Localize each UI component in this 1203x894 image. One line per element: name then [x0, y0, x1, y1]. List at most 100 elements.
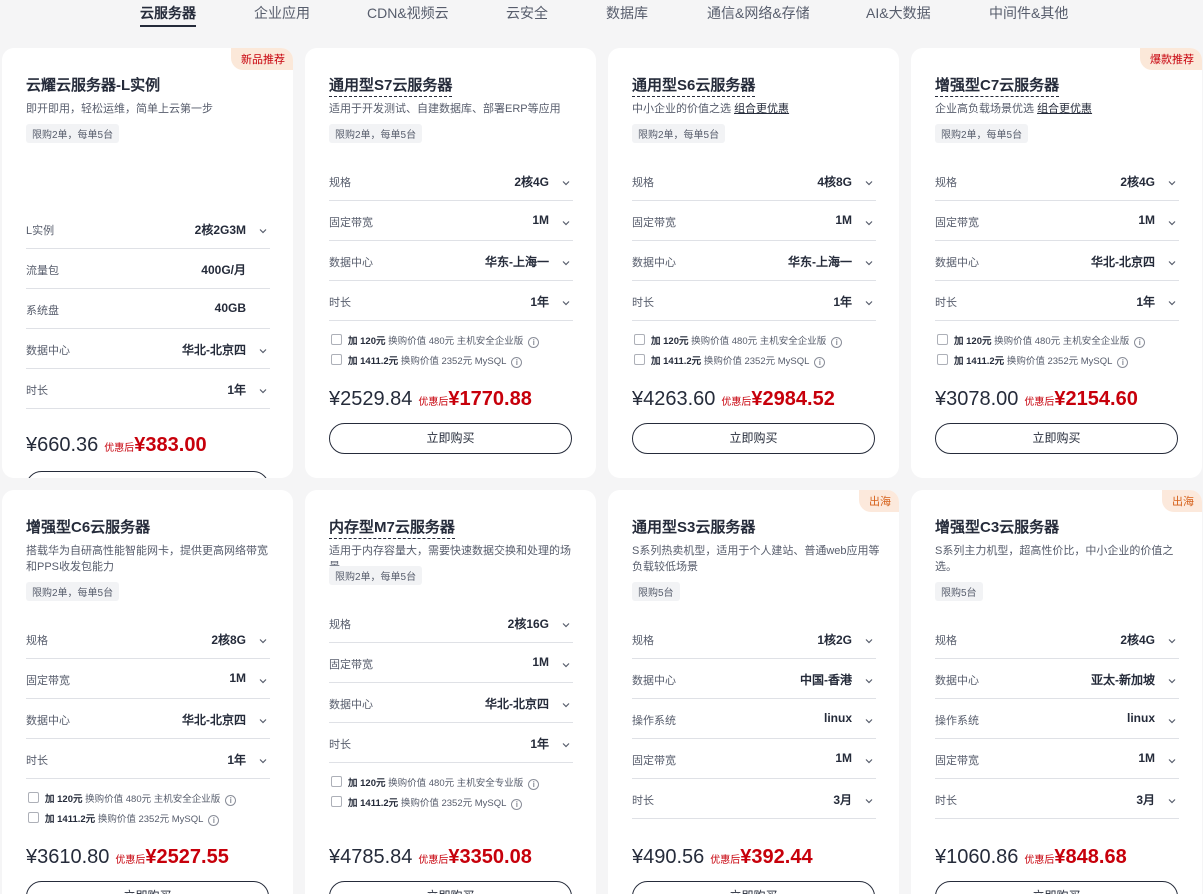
spec-row[interactable]: 固定带宽 1M — [632, 201, 876, 241]
bundle-offer-link[interactable]: 组合更优惠 — [1037, 103, 1092, 115]
info-icon[interactable]: i — [511, 799, 523, 810]
tab-security[interactable]: 云安全 — [506, 3, 548, 23]
tab-middleware[interactable]: 中间件&其他 — [989, 3, 1068, 23]
chevron-down-icon[interactable] — [561, 255, 571, 266]
spec-row[interactable]: 时长 1年 — [935, 281, 1179, 321]
chevron-down-icon[interactable] — [561, 737, 571, 748]
addon-checkbox[interactable] — [331, 796, 342, 807]
info-icon[interactable]: i — [208, 815, 220, 826]
tab-enterprise-apps[interactable]: 企业应用 — [254, 3, 310, 23]
chevron-down-icon[interactable] — [561, 617, 571, 628]
chevron-down-icon[interactable] — [258, 673, 268, 684]
spec-row[interactable]: 时长 3月 — [935, 779, 1179, 819]
spec-row[interactable]: 时长 1年 — [26, 739, 270, 779]
spec-row[interactable]: 规格 1核2G — [632, 619, 876, 659]
spec-row[interactable]: 固定带宽 1M — [935, 201, 1179, 241]
addon-checkbox[interactable] — [937, 354, 948, 365]
product-title[interactable]: 内存型M7云服务器 — [329, 516, 455, 539]
spec-row[interactable]: 固定带宽 1M — [632, 739, 876, 779]
spec-row[interactable]: 数据中心 华北-北京四 — [329, 683, 573, 723]
spec-row[interactable]: 时长 1年 — [329, 281, 573, 321]
chevron-down-icon[interactable] — [258, 753, 268, 764]
info-icon[interactable]: i — [225, 795, 237, 806]
spec-row[interactable]: 数据中心 华东-上海一 — [329, 241, 573, 281]
spec-row[interactable]: 数据中心 中国-香港 — [632, 659, 876, 699]
spec-row[interactable]: 操作系统 linux — [632, 699, 876, 739]
spec-row[interactable]: 规格 2核4G — [935, 161, 1179, 201]
chevron-down-icon[interactable] — [561, 175, 571, 186]
chevron-down-icon[interactable] — [561, 657, 571, 668]
info-icon[interactable]: i — [814, 357, 826, 368]
chevron-down-icon[interactable] — [1167, 215, 1177, 226]
spec-row[interactable]: L实例 2核2G3M — [26, 209, 270, 249]
tab-network-storage[interactable]: 通信&网络&存储 — [707, 3, 810, 23]
chevron-down-icon[interactable] — [1167, 175, 1177, 186]
chevron-down-icon[interactable] — [1167, 255, 1177, 266]
chevron-down-icon[interactable] — [258, 383, 268, 394]
chevron-down-icon[interactable] — [864, 255, 874, 266]
spec-row[interactable]: 固定带宽 1M — [26, 659, 270, 699]
info-icon[interactable]: i — [528, 779, 540, 790]
buy-now-button[interactable]: 立即购买 — [935, 423, 1178, 454]
buy-now-button[interactable]: 立即购买 — [26, 471, 269, 478]
chevron-down-icon[interactable] — [864, 215, 874, 226]
buy-now-button[interactable]: 立即购买 — [632, 423, 875, 454]
spec-row[interactable]: 时长 3月 — [632, 779, 876, 819]
chevron-down-icon[interactable] — [561, 295, 571, 306]
spec-row[interactable]: 固定带宽 1M — [935, 739, 1179, 779]
spec-row[interactable]: 规格 2核8G — [26, 619, 270, 659]
spec-row[interactable]: 时长 1年 — [329, 723, 573, 763]
product-title[interactable]: 通用型S6云服务器 — [632, 74, 756, 97]
chevron-down-icon[interactable] — [258, 223, 268, 234]
spec-row[interactable]: 固定带宽 1M — [329, 643, 573, 683]
buy-now-button[interactable]: 立即购买 — [329, 881, 572, 894]
product-title[interactable]: 通用型S7云服务器 — [329, 74, 453, 97]
spec-row[interactable]: 时长 1年 — [632, 281, 876, 321]
chevron-down-icon[interactable] — [1167, 673, 1177, 684]
addon-checkbox[interactable] — [28, 792, 39, 803]
tab-cloud-server[interactable]: 云服务器 — [140, 3, 196, 27]
spec-row[interactable]: 规格 2核4G — [935, 619, 1179, 659]
buy-now-button[interactable]: 立即购买 — [935, 881, 1178, 894]
spec-row[interactable]: 数据中心 亚太-新加坡 — [935, 659, 1179, 699]
spec-row[interactable]: 操作系统 linux — [935, 699, 1179, 739]
spec-row[interactable]: 规格 2核4G — [329, 161, 573, 201]
chevron-down-icon[interactable] — [1167, 753, 1177, 764]
chevron-down-icon[interactable] — [1167, 633, 1177, 644]
tab-ai-bigdata[interactable]: AI&大数据 — [866, 3, 931, 23]
chevron-down-icon[interactable] — [864, 673, 874, 684]
chevron-down-icon[interactable] — [864, 175, 874, 186]
spec-row[interactable]: 数据中心 华北-北京四 — [26, 329, 270, 369]
product-title[interactable]: 增强型C7云服务器 — [935, 74, 1060, 97]
info-icon[interactable]: i — [511, 357, 523, 368]
chevron-down-icon[interactable] — [258, 713, 268, 724]
tab-cdn-video[interactable]: CDN&视频云 — [367, 3, 449, 23]
addon-checkbox[interactable] — [634, 334, 645, 345]
addon-checkbox[interactable] — [331, 354, 342, 365]
chevron-down-icon[interactable] — [1167, 793, 1177, 804]
spec-row[interactable]: 数据中心 华北-北京四 — [935, 241, 1179, 281]
info-icon[interactable]: i — [1134, 337, 1146, 348]
spec-row[interactable]: 数据中心 华东-上海一 — [632, 241, 876, 281]
spec-row[interactable]: 规格 2核16G — [329, 603, 573, 643]
chevron-down-icon[interactable] — [864, 793, 874, 804]
addon-checkbox[interactable] — [634, 354, 645, 365]
chevron-down-icon[interactable] — [561, 215, 571, 226]
tab-database[interactable]: 数据库 — [606, 3, 648, 23]
chevron-down-icon[interactable] — [864, 633, 874, 644]
spec-row[interactable]: 时长 1年 — [26, 369, 270, 409]
spec-row[interactable]: 规格 4核8G — [632, 161, 876, 201]
info-icon[interactable]: i — [528, 337, 540, 348]
spec-row[interactable]: 固定带宽 1M — [329, 201, 573, 241]
buy-now-button[interactable]: 立即购买 — [26, 881, 269, 894]
buy-now-button[interactable]: 立即购买 — [329, 423, 572, 454]
bundle-offer-link[interactable]: 组合更优惠 — [734, 103, 789, 115]
chevron-down-icon[interactable] — [1167, 295, 1177, 306]
chevron-down-icon[interactable] — [864, 753, 874, 764]
addon-checkbox[interactable] — [331, 776, 342, 787]
addon-checkbox[interactable] — [937, 334, 948, 345]
chevron-down-icon[interactable] — [258, 343, 268, 354]
addon-checkbox[interactable] — [331, 334, 342, 345]
addon-checkbox[interactable] — [28, 812, 39, 823]
buy-now-button[interactable]: 立即购买 — [632, 881, 875, 894]
